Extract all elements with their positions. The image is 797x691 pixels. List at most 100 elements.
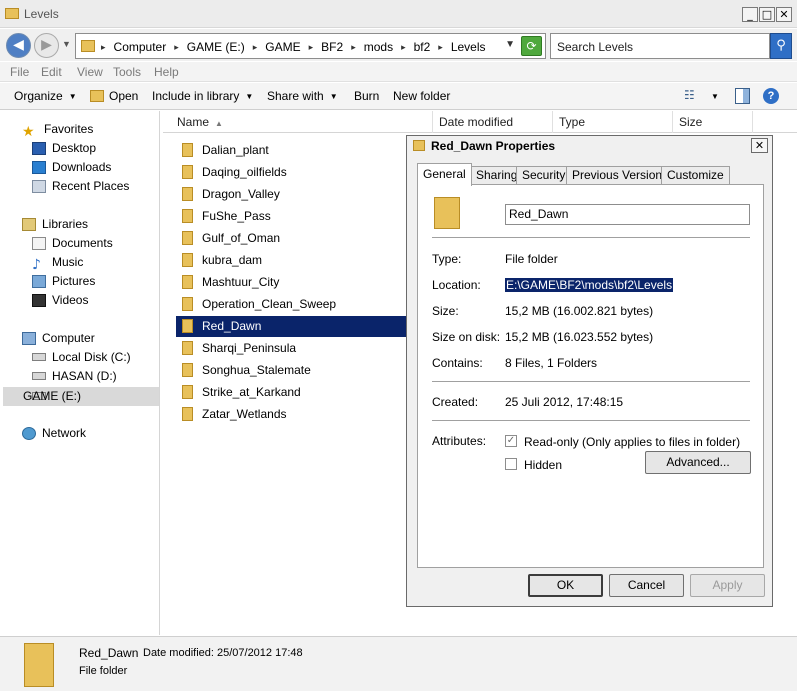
maximize-button[interactable]: □: [759, 7, 775, 22]
documents-icon: [32, 237, 46, 250]
column-type[interactable]: Type: [553, 111, 673, 133]
list-item[interactable]: Mashtuur_City: [176, 272, 406, 293]
column-name[interactable]: Name ▲: [171, 111, 433, 133]
breadcrumb-separator-icon[interactable]: ▸: [309, 40, 314, 54]
menu-help[interactable]: Help: [154, 65, 179, 79]
recent-pages-chevron-icon[interactable]: ▼: [62, 39, 71, 49]
breadcrumb-item[interactable]: bf2: [414, 40, 431, 54]
file-name: Dalian_plant: [202, 143, 269, 157]
apply-button[interactable]: Apply: [690, 574, 765, 597]
dialog-close-button[interactable]: ✕: [751, 138, 768, 153]
close-button[interactable]: ✕: [776, 7, 792, 22]
breadcrumb-separator-icon[interactable]: ▸: [253, 40, 258, 54]
breadcrumb-separator-icon[interactable]: ▸: [351, 40, 356, 54]
folder-icon: [182, 385, 193, 399]
breadcrumb-separator-icon[interactable]: ▸: [438, 40, 443, 54]
search-input[interactable]: Search Levels: [550, 33, 770, 59]
nav-pictures[interactable]: Pictures: [32, 274, 95, 293]
breadcrumb[interactable]: ▸ Computer ▸ GAME (E:) ▸ GAME ▸ BF2 ▸ mods ▸ bf2 ▸ Le…: [101, 40, 486, 54]
tab-general[interactable]: General: [417, 163, 472, 186]
address-field[interactable]: ▸ Computer ▸ GAME (E:) ▸ GAME ▸ BF2 ▸ mods ▸ bf2 ▸ Le…: [75, 33, 546, 59]
list-item[interactable]: Sharqi_Peninsula: [176, 338, 406, 359]
dialog-title-bar: Red_Dawn Properties ✕: [407, 136, 772, 156]
breadcrumb-item[interactable]: BF2: [321, 40, 343, 54]
nav-libraries[interactable]: Libraries: [22, 217, 88, 236]
back-button[interactable]: ◀: [6, 33, 31, 58]
breadcrumb-item[interactable]: Levels: [451, 40, 486, 54]
nav-hasan-drive[interactable]: HASAN (D:): [32, 369, 117, 388]
computer-icon: [22, 332, 36, 345]
help-icon[interactable]: ?: [763, 88, 779, 104]
readonly-label: Read-only (Only applies to files in fold…: [524, 435, 741, 449]
list-item[interactable]: Daqing_oilfields: [176, 162, 406, 183]
new-folder-button[interactable]: New folder: [393, 89, 450, 103]
tab-customize[interactable]: Customize: [661, 166, 730, 185]
folder-icon: [413, 140, 425, 151]
nav-desktop[interactable]: Desktop: [32, 141, 96, 160]
list-item[interactable]: Gulf_of_Oman: [176, 228, 406, 249]
breadcrumb-item[interactable]: Computer: [114, 40, 167, 54]
nav-music[interactable]: ♪ Music: [32, 255, 83, 274]
menu-tools[interactable]: Tools: [113, 65, 141, 79]
details-name: Red_Dawn: [79, 646, 139, 660]
preview-pane-icon-part: [743, 89, 749, 103]
breadcrumb-separator-icon[interactable]: ▸: [101, 40, 106, 54]
list-item[interactable]: Dragon_Valley: [176, 184, 406, 205]
folder-name-input[interactable]: Red_Dawn: [505, 204, 750, 225]
nav-favorites[interactable]: ★ Favorites: [22, 122, 93, 141]
open-button[interactable]: Open: [90, 89, 138, 103]
nav-game-drive[interactable]: GAME (E:): [3, 387, 159, 406]
breadcrumb-separator-icon[interactable]: ▸: [174, 40, 179, 54]
nav-recent-places[interactable]: Recent Places: [32, 179, 129, 198]
list-item[interactable]: Songhua_Stalemate: [176, 360, 406, 381]
refresh-button[interactable]: ⟳: [521, 36, 542, 56]
advanced-button[interactable]: Advanced...: [645, 451, 751, 474]
nav-documents[interactable]: Documents: [32, 236, 113, 255]
column-date-modified[interactable]: Date modified: [433, 111, 553, 133]
search-icon[interactable]: ⚲: [770, 33, 792, 59]
list-item[interactable]: kubra_dam: [176, 250, 406, 271]
nav-downloads[interactable]: Downloads: [32, 160, 111, 179]
view-options-icon[interactable]: ☷: [684, 88, 700, 104]
menu-edit[interactable]: Edit: [41, 65, 62, 79]
minimize-button[interactable]: _: [742, 7, 758, 22]
column-header: Name ▲ Date modified Type Size: [163, 111, 797, 133]
organize-button[interactable]: Organize ▼: [14, 89, 77, 103]
breadcrumb-item[interactable]: GAME (E:): [187, 40, 245, 54]
share-with-button[interactable]: Share with ▼: [267, 89, 338, 103]
menu-file[interactable]: File: [10, 65, 29, 79]
nav-local-disk[interactable]: Local Disk (C:): [32, 350, 131, 369]
location-value[interactable]: E:\GAME\BF2\mods\bf2\Levels: [505, 278, 674, 292]
readonly-checkbox[interactable]: ✓: [505, 435, 517, 447]
chevron-down-icon[interactable]: ▼: [711, 92, 719, 108]
chevron-down-icon: ▼: [245, 92, 254, 101]
breadcrumb-item[interactable]: GAME: [265, 40, 300, 54]
list-item[interactable]: Red_Dawn: [176, 316, 406, 337]
burn-button[interactable]: Burn: [354, 89, 379, 103]
preview-pane-icon[interactable]: [735, 88, 750, 104]
forward-button[interactable]: ▶: [34, 33, 59, 58]
column-size[interactable]: Size: [673, 111, 753, 133]
tab-previous-versions[interactable]: Previous Versions: [566, 166, 675, 185]
list-item[interactable]: Operation_Clean_Sweep: [176, 294, 406, 315]
list-item[interactable]: Zatar_Wetlands: [176, 404, 406, 425]
include-in-library-button[interactable]: Include in library ▼: [152, 89, 253, 103]
tab-security[interactable]: Security: [516, 166, 572, 185]
list-item[interactable]: Dalian_plant: [176, 140, 406, 161]
menu-view[interactable]: View: [77, 65, 103, 79]
music-icon: ♪: [32, 257, 41, 273]
breadcrumb-separator-icon[interactable]: ▸: [401, 40, 406, 54]
cancel-button[interactable]: Cancel: [609, 574, 684, 597]
breadcrumb-item[interactable]: mods: [364, 40, 393, 54]
hidden-checkbox[interactable]: [505, 458, 517, 470]
created-label: Created:: [432, 395, 479, 409]
nav-videos[interactable]: Videos: [32, 293, 88, 312]
list-item[interactable]: Strike_at_Karkand: [176, 382, 406, 403]
folder-icon: [182, 297, 193, 311]
nav-computer[interactable]: Computer: [22, 331, 95, 350]
list-item[interactable]: FuShe_Pass: [176, 206, 406, 227]
nav-network[interactable]: Network: [22, 426, 86, 445]
folder-icon: [182, 143, 193, 157]
address-dropdown-icon[interactable]: ▼: [505, 39, 515, 50]
ok-button[interactable]: OK: [528, 574, 603, 597]
